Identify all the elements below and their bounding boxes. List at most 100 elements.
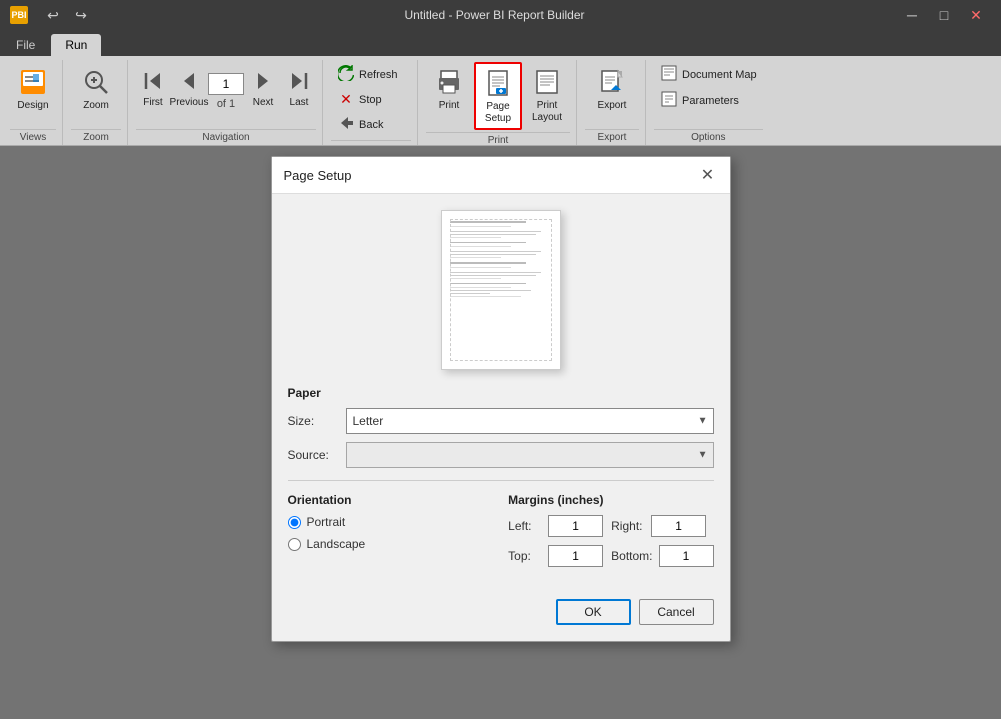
- thumb-lines: [442, 211, 560, 307]
- parameters-icon: [660, 91, 678, 110]
- dialog-footer: OK Cancel: [272, 591, 730, 641]
- export-button[interactable]: Export: [585, 62, 639, 116]
- thumb-line: [450, 242, 527, 244]
- last-label: Last: [290, 97, 309, 108]
- paper-size-row: Size: Letter A4 Legal Executive A3 ▼: [288, 408, 714, 434]
- window-controls: ─ □ ✕: [897, 4, 991, 26]
- parameters-label: Parameters: [682, 95, 739, 107]
- margins-col: Margins (inches) Left: Top:: [508, 493, 713, 575]
- right-label: Right:: [611, 519, 645, 533]
- parameters-button[interactable]: Parameters: [654, 88, 763, 113]
- divider: [288, 480, 714, 481]
- page-input[interactable]: [208, 73, 244, 95]
- page-preview: [288, 210, 714, 370]
- ribbon: Design Views Zoom Zoom: [0, 56, 1001, 146]
- ok-button[interactable]: OK: [556, 599, 631, 625]
- zoom-button[interactable]: Zoom: [71, 62, 121, 116]
- page-setup-button[interactable]: PageSetup: [474, 62, 522, 130]
- stop-icon: ✕: [337, 91, 355, 108]
- ribbon-group-export: Export Export: [579, 60, 646, 145]
- thumb-line: [450, 287, 511, 288]
- undo-button[interactable]: ↩: [42, 4, 64, 26]
- previous-label: Previous: [170, 97, 209, 108]
- document-map-label: Document Map: [682, 69, 757, 81]
- back-label: Back: [359, 119, 383, 131]
- refresh-icon: [337, 65, 355, 84]
- thumb-line: [450, 278, 501, 279]
- zoom-group-label: Zoom: [71, 129, 121, 145]
- dialog-title-bar: Page Setup ✕: [272, 157, 730, 194]
- maximize-button[interactable]: □: [929, 4, 959, 26]
- margins-title: Margins (inches): [508, 493, 713, 507]
- refresh-button[interactable]: Refresh: [331, 62, 411, 87]
- tab-run[interactable]: Run: [51, 34, 101, 56]
- bottom-input[interactable]: [659, 545, 714, 567]
- print-layout-icon: [531, 66, 563, 98]
- stop-button[interactable]: ✕ Stop: [331, 88, 411, 111]
- design-label: Design: [17, 100, 48, 112]
- document-map-icon: [660, 65, 678, 84]
- thumb-line: [450, 226, 511, 227]
- navigation-group-label: Navigation: [136, 129, 316, 145]
- back-button[interactable]: Back: [331, 112, 411, 137]
- orientation-margins-section: Orientation Portrait Landscape: [288, 493, 714, 575]
- next-button[interactable]: Next: [246, 64, 280, 114]
- left-input[interactable]: [548, 515, 603, 537]
- cancel-button[interactable]: Cancel: [639, 599, 714, 625]
- paper-section-title: Paper: [288, 386, 714, 400]
- thumb-line: [450, 251, 542, 252]
- landscape-label[interactable]: Landscape: [307, 537, 366, 551]
- margin-bottom-row: Bottom:: [611, 545, 713, 567]
- last-button[interactable]: Last: [282, 64, 316, 114]
- app-wrapper: PBI ↩ ↪ Untitled - Power BI Report Build…: [0, 0, 1001, 719]
- zoom-label: Zoom: [83, 100, 109, 112]
- export-icon: [596, 66, 628, 98]
- print-button[interactable]: Print: [426, 62, 472, 116]
- source-select[interactable]: [346, 442, 714, 468]
- first-label: First: [143, 97, 162, 108]
- size-select[interactable]: Letter A4 Legal Executive A3: [346, 408, 714, 434]
- minimize-button[interactable]: ─: [897, 4, 927, 26]
- first-button[interactable]: First: [136, 64, 170, 114]
- title-controls: ↩ ↪: [42, 4, 92, 26]
- page-thumb-wrapper: [441, 210, 561, 370]
- page-thumbnail: [441, 210, 561, 370]
- window-title: Untitled - Power BI Report Builder: [102, 8, 887, 22]
- views-group-label: Views: [10, 129, 56, 145]
- page-setup-label: PageSetup: [485, 101, 511, 125]
- landscape-row: Landscape: [288, 537, 489, 551]
- size-select-wrapper: Letter A4 Legal Executive A3 ▼: [346, 408, 714, 434]
- landscape-radio[interactable]: [288, 538, 301, 551]
- thumb-line: [450, 237, 501, 238]
- close-button[interactable]: ✕: [961, 4, 991, 26]
- ribbon-group-refresh: Refresh ✕ Stop Back: [325, 60, 418, 145]
- ribbon-group-print: Print PageSetup PrintLayout Print: [420, 60, 577, 145]
- margins-left-col: Left: Top:: [508, 515, 603, 575]
- tab-file[interactable]: File: [2, 34, 49, 56]
- right-input[interactable]: [651, 515, 706, 537]
- thumb-line: [450, 267, 511, 268]
- zoom-icon: [80, 66, 112, 98]
- thumb-line: [450, 290, 532, 291]
- margins-rows: Left: Top:: [508, 515, 713, 575]
- print-layout-button[interactable]: PrintLayout: [524, 62, 570, 128]
- margin-left-row: Left:: [508, 515, 603, 537]
- ribbon-group-options: Document Map Parameters Options: [648, 60, 769, 145]
- redo-button[interactable]: ↪: [70, 4, 92, 26]
- document-map-button[interactable]: Document Map: [654, 62, 763, 87]
- ribbon-group-navigation: First Previous of 1: [130, 60, 323, 145]
- previous-button[interactable]: Previous: [172, 64, 206, 114]
- design-button[interactable]: Design: [10, 62, 56, 116]
- portrait-radio[interactable]: [288, 516, 301, 529]
- source-select-wrapper: ▼: [346, 442, 714, 468]
- thumb-line: [450, 246, 511, 247]
- paper-source-row: Source: ▼: [288, 442, 714, 468]
- left-label: Left:: [508, 519, 542, 533]
- portrait-label[interactable]: Portrait: [307, 515, 346, 529]
- previous-icon: [178, 70, 200, 95]
- refresh-small-group: Refresh ✕ Stop Back: [331, 62, 411, 137]
- dialog-close-button[interactable]: ✕: [698, 165, 718, 185]
- size-label: Size:: [288, 414, 338, 428]
- options-small-group: Document Map Parameters: [654, 62, 763, 113]
- top-input[interactable]: [548, 545, 603, 567]
